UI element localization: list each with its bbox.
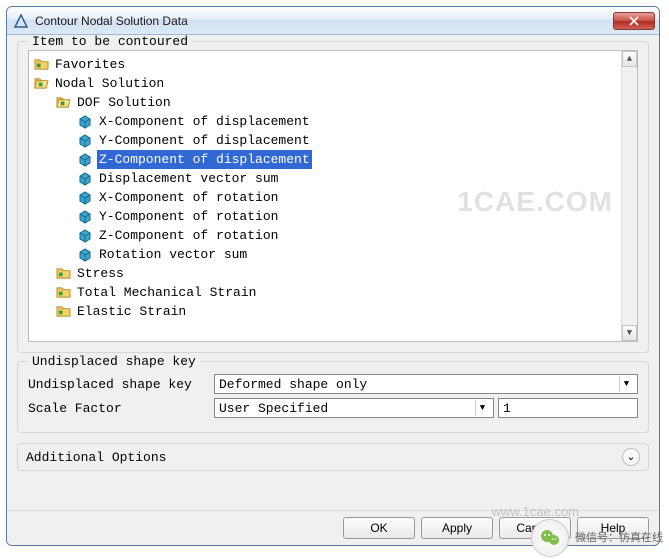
help-button[interactable]: Help xyxy=(577,517,649,539)
tree-leaf[interactable]: Y-Component of rotation xyxy=(77,207,635,226)
scale-factor-input[interactable]: 1 xyxy=(498,398,638,418)
scroll-track[interactable] xyxy=(622,67,637,325)
tree-item-tms[interactable]: Total Mechanical Strain xyxy=(55,283,635,302)
tree-item-dof-solution[interactable]: DOF Solution X-Component of displacement… xyxy=(55,93,635,264)
additional-options-toggle[interactable]: Additional Options ⌄ xyxy=(17,443,649,471)
scale-factor-input-value: 1 xyxy=(503,401,511,416)
cube-icon xyxy=(77,248,93,262)
tree-leaf[interactable]: Y-Component of displacement xyxy=(77,131,635,150)
cube-icon xyxy=(77,229,93,243)
tree-view[interactable]: 1CAE.COM Favorites xyxy=(28,50,638,342)
tree-item-favorites[interactable]: Favorites xyxy=(33,55,635,74)
folder-open-icon xyxy=(55,96,71,110)
folder-icon xyxy=(55,286,71,300)
scale-factor-label: Scale Factor xyxy=(28,401,214,416)
close-icon xyxy=(629,16,639,26)
cancel-button[interactable]: Cancel xyxy=(499,517,571,539)
folder-icon xyxy=(33,58,49,72)
contour-fieldset: Item to be contoured 1CAE.COM Favorites xyxy=(17,41,649,353)
shape-key-legend: Undisplaced shape key xyxy=(28,354,200,369)
window-title: Contour Nodal Solution Data xyxy=(35,14,188,28)
scale-factor-select[interactable]: User Specified ▼ xyxy=(214,398,494,418)
scroll-down-button[interactable]: ▼ xyxy=(622,325,637,341)
close-button[interactable] xyxy=(613,12,655,30)
cube-icon xyxy=(77,134,93,148)
tree-leaf[interactable]: Z-Component of rotation xyxy=(77,226,635,245)
cube-icon xyxy=(77,115,93,129)
tree-leaf-selected[interactable]: Z-Component of displacement xyxy=(77,150,635,169)
contour-legend: Item to be contoured xyxy=(28,35,192,49)
scale-factor-value: User Specified xyxy=(219,401,328,416)
additional-options-label: Additional Options xyxy=(26,450,166,465)
ok-button[interactable]: OK xyxy=(343,517,415,539)
expand-icon: ⌄ xyxy=(622,448,640,466)
cube-icon xyxy=(77,191,93,205)
site-watermark: www.1cae.com xyxy=(492,504,579,519)
shape-key-value: Deformed shape only xyxy=(219,377,367,392)
tree-leaf[interactable]: X-Component of rotation xyxy=(77,188,635,207)
cube-icon xyxy=(77,210,93,224)
apply-button[interactable]: Apply xyxy=(421,517,493,539)
tree-item-nodal-solution[interactable]: Nodal Solution DOF Solution X-Component … xyxy=(33,74,635,321)
tree-item-stress[interactable]: Stress xyxy=(55,264,635,283)
scroll-up-button[interactable]: ▲ xyxy=(622,51,637,67)
tree-leaf[interactable]: Rotation vector sum xyxy=(77,245,635,264)
tree-item-es[interactable]: Elastic Strain xyxy=(55,302,635,321)
cube-icon xyxy=(77,172,93,186)
tree-leaf[interactable]: Displacement vector sum xyxy=(77,169,635,188)
folder-icon xyxy=(55,305,71,319)
chevron-down-icon: ▼ xyxy=(475,400,489,416)
shape-key-select[interactable]: Deformed shape only ▼ xyxy=(214,374,638,394)
cube-icon xyxy=(77,153,93,167)
tree-leaf[interactable]: X-Component of displacement xyxy=(77,112,635,131)
chevron-down-icon: ▼ xyxy=(619,376,633,392)
tree-scrollbar[interactable]: ▲ ▼ xyxy=(621,51,637,341)
folder-open-icon xyxy=(33,77,49,91)
folder-icon xyxy=(55,267,71,281)
titlebar: Contour Nodal Solution Data xyxy=(7,7,659,35)
dialog-window: Contour Nodal Solution Data Item to be c… xyxy=(6,6,660,546)
app-icon xyxy=(13,13,29,29)
shape-key-fieldset: Undisplaced shape key Undisplaced shape … xyxy=(17,361,649,433)
shape-key-label: Undisplaced shape key xyxy=(28,377,214,392)
